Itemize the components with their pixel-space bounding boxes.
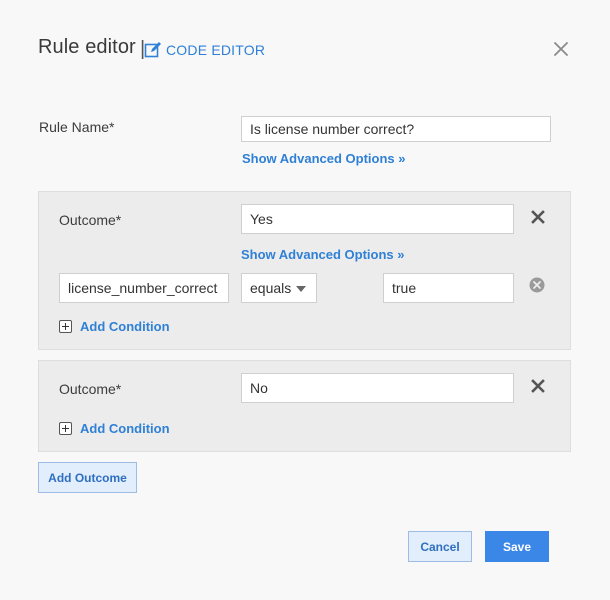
outcome-panel: Outcome* Show Advanced Options » equals … — [38, 191, 571, 350]
outcome-panel: Outcome* Add Condition — [38, 360, 571, 452]
show-advanced-options-link[interactable]: Show Advanced Options » — [241, 247, 404, 262]
close-icon — [531, 210, 545, 224]
plus-box-icon — [59, 320, 72, 333]
code-editor-label: CODE EDITOR — [166, 42, 266, 58]
rule-name-label: Rule Name* — [39, 119, 115, 135]
condition-field-input[interactable] — [59, 273, 229, 303]
dialog-title: Rule editor — [38, 36, 136, 58]
plus-box-icon — [59, 422, 72, 435]
code-editor-link[interactable]: CODE EDITOR — [144, 41, 265, 59]
remove-outcome-button[interactable] — [531, 379, 545, 393]
add-condition-button[interactable]: Add Condition — [59, 319, 170, 334]
outcome-label: Outcome* — [59, 212, 122, 228]
close-button[interactable] — [551, 39, 571, 59]
outcome-input[interactable] — [241, 373, 514, 403]
outcome-input[interactable] — [241, 204, 514, 234]
remove-outcome-button[interactable] — [531, 210, 545, 224]
condition-value-input[interactable] — [383, 273, 514, 303]
show-advanced-options-link[interactable]: Show Advanced Options » — [242, 151, 405, 166]
add-outcome-button[interactable]: Add Outcome — [38, 462, 137, 493]
outcome-label: Outcome* — [59, 381, 122, 397]
save-button[interactable]: Save — [485, 531, 549, 562]
close-circle-icon — [529, 277, 545, 293]
caret-down-icon — [296, 286, 306, 292]
rule-name-input[interactable] — [241, 116, 551, 142]
remove-condition-button[interactable] — [529, 277, 545, 293]
close-icon — [531, 379, 545, 393]
cancel-button[interactable]: Cancel — [408, 531, 472, 562]
add-condition-label: Add Condition — [80, 421, 170, 436]
close-icon — [554, 42, 568, 56]
rule-editor-dialog: Rule editor | CODE EDITOR Rule Name* Sho… — [0, 0, 610, 600]
edit-icon — [144, 42, 161, 58]
condition-operator-value: equals — [250, 280, 292, 296]
add-condition-label: Add Condition — [80, 319, 170, 334]
condition-operator-select[interactable]: equals — [241, 273, 317, 303]
add-condition-button[interactable]: Add Condition — [59, 421, 170, 436]
